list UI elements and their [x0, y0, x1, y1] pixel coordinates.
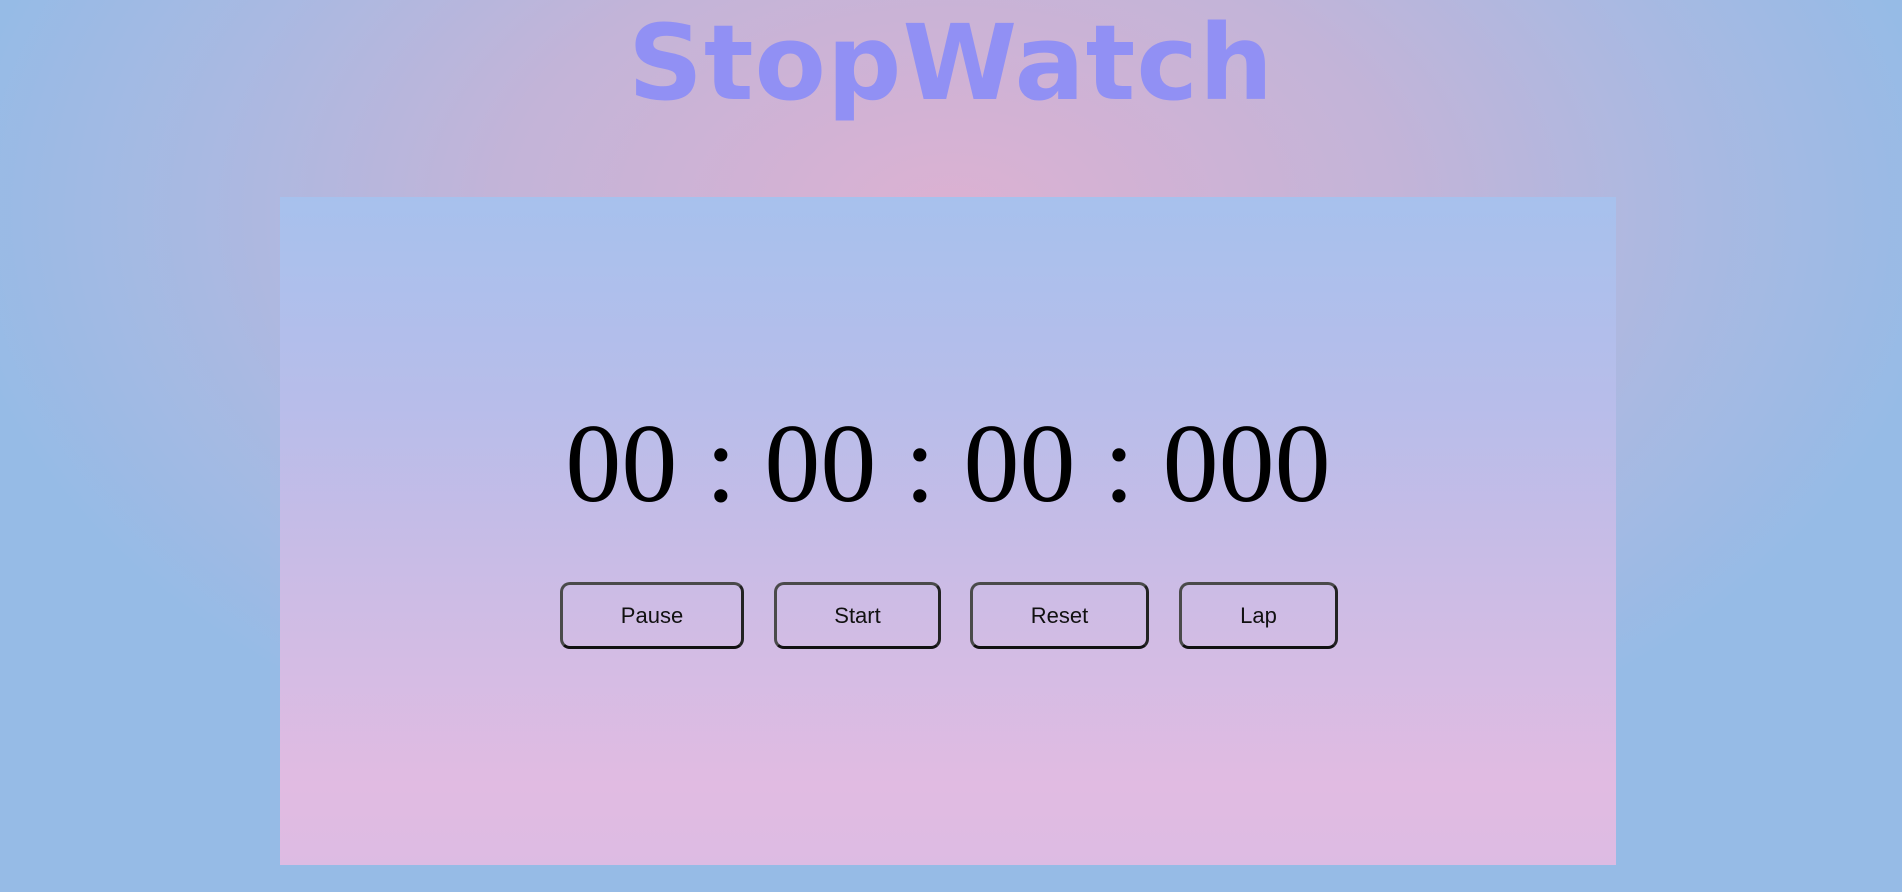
reset-button[interactable]: Reset: [970, 582, 1149, 649]
control-buttons: Pause Start Reset Lap: [280, 582, 1616, 652]
stopwatch-panel: 00 : 00 : 00 : 000 Pause Start Reset Lap: [280, 197, 1616, 865]
start-button[interactable]: Start: [774, 582, 941, 649]
page-title: StopWatch: [627, 2, 1275, 124]
lap-button[interactable]: Lap: [1179, 582, 1338, 649]
pause-button[interactable]: Pause: [560, 582, 744, 649]
time-display: 00 : 00 : 00 : 000: [565, 402, 1331, 526]
